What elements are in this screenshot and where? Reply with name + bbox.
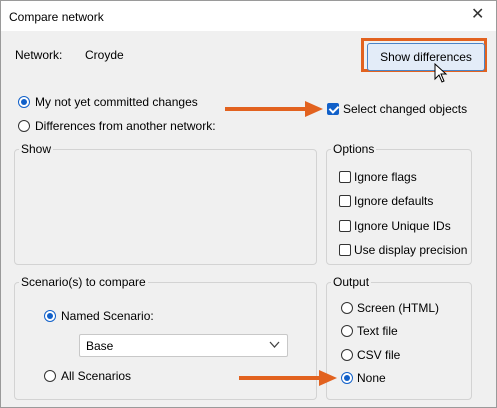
annotation-arrow-none-icon <box>239 370 337 386</box>
show-group <box>14 149 317 265</box>
use-display-precision-checkbox[interactable] <box>339 244 351 256</box>
use-display-precision-label: Use display precision <box>354 243 468 257</box>
ignore-defaults-checkbox[interactable] <box>339 195 351 207</box>
ignore-defaults-label: Ignore defaults <box>354 194 434 208</box>
named-scenario-label: Named Scenario: <box>61 309 154 323</box>
none-label: None <box>357 371 386 385</box>
network-value: Croyde <box>85 48 124 62</box>
none-radio[interactable] <box>341 372 353 384</box>
annotation-arrow-icon <box>225 101 323 117</box>
compare-network-dialog: Compare network ✕ Network: Croyde Show d… <box>0 0 497 408</box>
ignore-flags-label: Ignore flags <box>354 170 417 184</box>
named-scenario-radio[interactable] <box>44 310 56 322</box>
scenario-dropdown[interactable]: Base <box>79 334 288 357</box>
select-changed-checkbox[interactable] <box>327 103 339 115</box>
window-title: Compare network <box>9 10 104 24</box>
show-group-title: Show <box>19 142 54 156</box>
text-file-label: Text file <box>357 324 398 338</box>
ignore-unique-ids-checkbox[interactable] <box>339 220 351 232</box>
csv-file-label: CSV file <box>357 348 401 362</box>
screen-html-radio[interactable] <box>341 302 353 314</box>
my-changes-radio[interactable] <box>18 96 30 108</box>
scenario-dropdown-value: Base <box>86 339 114 353</box>
scenarios-group-title: Scenario(s) to compare <box>19 275 148 289</box>
screen-html-label: Screen (HTML) <box>357 301 440 315</box>
mouse-cursor-icon <box>434 63 448 83</box>
close-icon[interactable]: ✕ <box>471 7 484 23</box>
csv-file-radio[interactable] <box>341 349 353 361</box>
network-label: Network: <box>15 48 63 62</box>
options-group-title: Options <box>331 142 377 156</box>
all-scenarios-radio[interactable] <box>44 370 56 382</box>
another-network-label: Differences from another network: <box>35 119 216 133</box>
show-differences-button[interactable]: Show differences <box>367 43 485 71</box>
text-file-radio[interactable] <box>341 325 353 337</box>
output-group-title: Output <box>331 275 372 289</box>
title-bar: Compare network ✕ <box>1 1 496 31</box>
my-changes-label: My not yet committed changes <box>35 95 198 109</box>
chevron-down-icon <box>269 341 280 348</box>
all-scenarios-label: All Scenarios <box>61 369 132 383</box>
select-changed-label: Select changed objects <box>343 102 468 116</box>
show-differences-label: Show differences <box>380 50 472 64</box>
ignore-flags-checkbox[interactable] <box>339 171 351 183</box>
another-network-radio[interactable] <box>18 120 30 132</box>
ignore-unique-ids-label: Ignore Unique IDs <box>354 219 451 233</box>
